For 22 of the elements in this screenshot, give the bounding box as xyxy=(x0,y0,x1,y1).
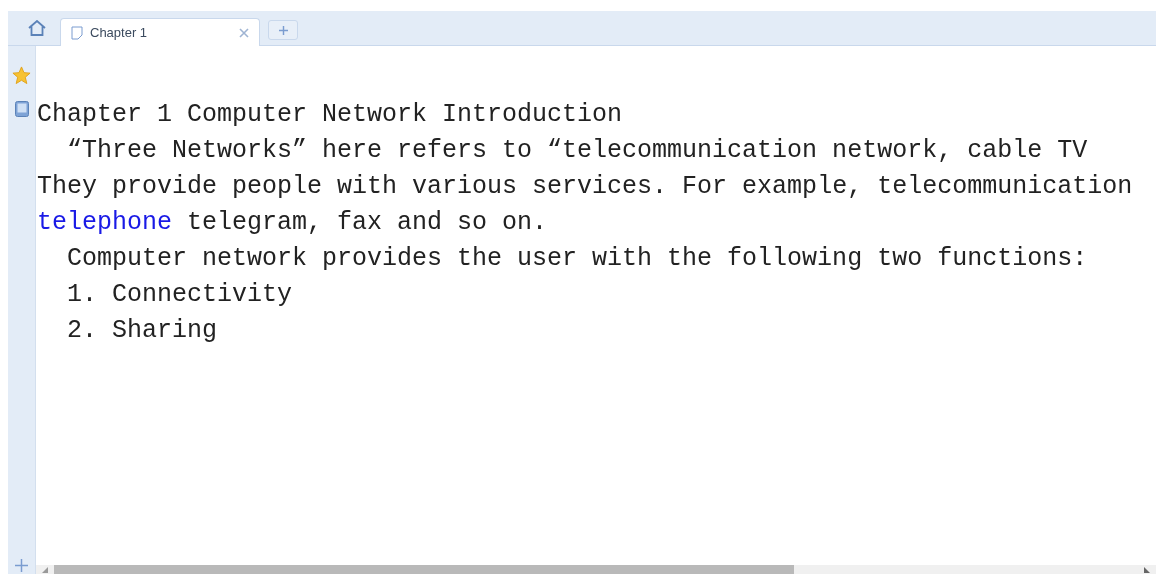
link[interactable]: telephone xyxy=(37,208,173,237)
scrollbar-thumb[interactable] xyxy=(54,565,794,574)
home-icon[interactable] xyxy=(28,20,46,36)
text-line: Computer network provides the user with the following two functions: xyxy=(66,243,1089,275)
horizontal-scrollbar[interactable] xyxy=(36,565,1156,574)
close-icon[interactable] xyxy=(239,27,249,38)
tab-label: Chapter 1 xyxy=(90,25,149,40)
tablet-icon[interactable] xyxy=(14,101,29,117)
text-line: 1. Connectivity xyxy=(66,279,294,311)
document-icon xyxy=(71,25,83,40)
new-tab-button[interactable] xyxy=(268,20,298,40)
text-line: telephone telegram, fax and so on. xyxy=(37,207,549,239)
text-line: They provide people with various services. For example, telecommunication xyxy=(37,171,1134,203)
text-line: “Three Networks” here refers to “telecommunication network, cable TV xyxy=(66,135,1089,167)
star-icon[interactable] xyxy=(12,66,31,85)
left-arrow-icon[interactable] xyxy=(42,566,48,573)
document-tab[interactable]: Chapter 1 xyxy=(60,18,260,46)
right-arrow-icon[interactable] xyxy=(1144,566,1150,573)
text-line: 2. Sharing xyxy=(66,315,219,347)
plus-icon xyxy=(278,25,288,35)
plus-icon[interactable] xyxy=(15,559,28,572)
text-line: Chapter 1 Computer Network Introduction xyxy=(37,99,624,131)
